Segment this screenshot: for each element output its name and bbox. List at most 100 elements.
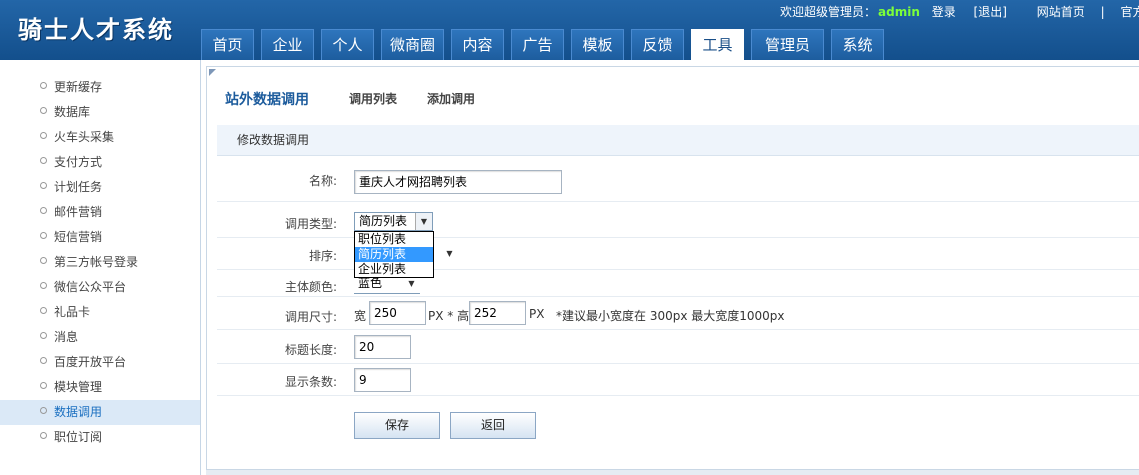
sidebar-item-label: 计划任务 [54, 180, 103, 194]
type-select[interactable]: 简历列表 ▼ [354, 212, 433, 231]
color-label: 主体颜色: [284, 280, 337, 294]
sidebar-item-label: 微信公众平台 [54, 280, 127, 294]
main-panel: 站外数据调用 调用列表 添加调用 修改数据调用 名称: 重庆人才网招聘列表 调用… [206, 66, 1139, 475]
nav-tab[interactable]: 个人 [321, 29, 374, 60]
sidebar-item[interactable]: 邮件营销 [0, 200, 200, 225]
sidebar-item-label: 邮件营销 [54, 205, 103, 219]
sidebar-item-label: 百度开放平台 [54, 355, 127, 369]
bullet-icon [40, 357, 47, 364]
nav-tab[interactable]: 工具 [691, 29, 744, 60]
tab-add-call[interactable]: 添加调用 [427, 90, 475, 107]
bullet-icon [40, 382, 47, 389]
sidebar-item[interactable]: 百度开放平台 [0, 350, 200, 375]
chevron-down-icon[interactable]: ▼ [415, 213, 432, 230]
top-user-bar: 欢迎超级管理员：admin 登录 [退出] 网站首页 | 官方论坛 [780, 3, 1139, 20]
nav-tab[interactable]: 微商圈 [381, 29, 444, 60]
back-button[interactable]: 返回 [450, 412, 536, 439]
sidebar-item-label: 第三方帐号登录 [54, 255, 139, 269]
sidebar-item[interactable]: 微信公众平台 [0, 275, 200, 300]
sidebar-item[interactable]: 短信营销 [0, 225, 200, 250]
dropdown-option[interactable]: 职位列表 [355, 232, 433, 247]
name-input[interactable]: 重庆人才网招聘列表 [354, 170, 562, 194]
sidebar-item[interactable]: 消息 [0, 325, 200, 350]
bullet-icon [40, 332, 47, 339]
sidebar-item-label: 数据库 [54, 105, 91, 119]
sort-label: 排序: [308, 249, 337, 263]
title-length-label: 标题长度: [284, 343, 337, 357]
sidebar-item-label: 数据调用 [54, 405, 103, 419]
px-high-text: PX * 高 [428, 309, 470, 323]
sidebar-item[interactable]: 模块管理 [0, 375, 200, 400]
nav-tab[interactable]: 反馈 [631, 29, 684, 60]
dropdown-option[interactable]: 企业列表 [355, 262, 433, 277]
form-row-count: 显示条数: 9 [217, 364, 1139, 396]
size-hint: *建议最小宽度在 300px 最大宽度1000px [556, 309, 785, 323]
nav-tab[interactable]: 模板 [571, 29, 624, 60]
count-label: 显示条数: [284, 375, 337, 389]
sidebar-item-label: 支付方式 [54, 155, 103, 169]
sidebar: 更新缓存数据库火车头采集支付方式计划任务邮件营销短信营销第三方帐号登录 微信公众平… [0, 60, 201, 475]
tab-call-list[interactable]: 调用列表 [349, 90, 397, 107]
admin-username[interactable]: admin [878, 5, 920, 19]
sidebar-item[interactable]: 职位订阅 [0, 425, 200, 450]
chevron-down-icon[interactable]: ▼ [441, 245, 458, 262]
app-logo: 骑士人才系统 [18, 15, 174, 44]
size-label: 调用尺寸: [284, 310, 337, 324]
nav-tab[interactable]: 首页 [201, 29, 254, 60]
bullet-icon [40, 182, 47, 189]
height-input[interactable]: 252 [469, 301, 526, 325]
bullet-icon [40, 132, 47, 139]
sidebar-item[interactable]: 第三方帐号登录 [0, 250, 200, 275]
nav-tab[interactable]: 企业 [261, 29, 314, 60]
sidebar-item[interactable]: 礼品卡 [0, 300, 200, 325]
nav-tab[interactable]: 管理员 [751, 29, 824, 60]
form-row-size: 调用尺寸: 宽 250 PX * 高 252 PX *建议最小宽度在 300px… [217, 297, 1139, 330]
logout-link[interactable]: [退出] [974, 5, 1007, 19]
save-button[interactable]: 保存 [354, 412, 440, 439]
bullet-icon [40, 307, 47, 314]
sidebar-item[interactable]: 火车头采集 [0, 125, 200, 150]
dropdown-option[interactable]: 简历列表 [355, 247, 433, 262]
type-dropdown-list: 职位列表 简历列表 企业列表 [354, 231, 434, 278]
width-input[interactable]: 250 [369, 301, 426, 325]
bottom-bar [206, 469, 1139, 475]
bullet-icon [40, 432, 47, 439]
title-length-input[interactable]: 20 [354, 335, 411, 359]
header: 骑士人才系统 欢迎超级管理员：admin 登录 [退出] 网站首页 | 官方论坛… [0, 0, 1139, 60]
nav-tab[interactable]: 内容 [451, 29, 504, 60]
width-prefix: 宽 [354, 309, 367, 323]
forum-link[interactable]: 官方论坛 [1120, 5, 1139, 19]
form-row-title-length: 标题长度: 20 [217, 330, 1139, 364]
nav-tab[interactable]: 系统 [831, 29, 884, 60]
bullet-icon [40, 257, 47, 264]
nav-tab[interactable]: 广告 [511, 29, 564, 60]
sidebar-item-label: 火车头采集 [54, 130, 115, 144]
sidebar-item-label: 礼品卡 [54, 305, 91, 319]
sidebar-item[interactable]: 计划任务 [0, 175, 200, 200]
bullet-icon [40, 82, 47, 89]
form-row-name: 名称: 重庆人才网招聘列表 [217, 156, 1139, 202]
sidebar-item[interactable]: 支付方式 [0, 150, 200, 175]
sidebar-item-label: 更新缓存 [54, 80, 103, 94]
sidebar-item-label: 职位订阅 [54, 430, 103, 444]
sidebar-item-label: 模块管理 [54, 380, 103, 394]
type-label: 调用类型: [284, 217, 337, 231]
login-link[interactable]: 登录 [932, 5, 956, 19]
sidebar-item-label: 消息 [54, 330, 79, 344]
count-input[interactable]: 9 [354, 368, 411, 392]
bullet-icon [40, 207, 47, 214]
sidebar-item[interactable]: 数据调用 [0, 400, 200, 425]
page-title: 站外数据调用 [225, 92, 309, 108]
px-unit: PX [529, 307, 545, 321]
sidebar-item[interactable]: 更新缓存 [0, 75, 200, 100]
bullet-icon [40, 232, 47, 239]
topbar-separator: | [1100, 5, 1105, 19]
page-tabs: 站外数据调用 调用列表 添加调用 [207, 67, 1139, 124]
sidebar-item-label: 短信营销 [54, 230, 103, 244]
bullet-icon [40, 157, 47, 164]
sidebar-item[interactable]: 数据库 [0, 100, 200, 125]
bullet-icon [40, 407, 47, 414]
color-select-value: 蓝色 [358, 276, 383, 290]
welcome-text: 欢迎超级管理员： [780, 5, 877, 19]
site-home-link[interactable]: 网站首页 [1037, 5, 1085, 19]
